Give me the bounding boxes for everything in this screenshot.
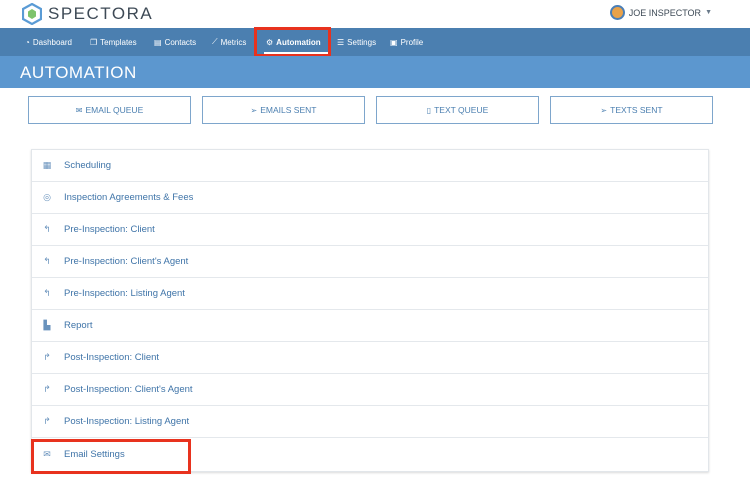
- mobile-icon: ▯: [426, 105, 432, 115]
- list-item-label: Post-Inspection: Client: [64, 352, 160, 363]
- nav-metrics[interactable]: ⟋ Metrics: [212, 28, 246, 56]
- contacts-card-icon: ▤: [154, 37, 162, 47]
- calendar-icon: ▦: [42, 160, 52, 170]
- button-label: EMAILS SENT: [260, 105, 317, 115]
- dashboard-icon: ◔: [25, 37, 30, 47]
- page-header: AUTOMATION: [0, 56, 750, 88]
- envelope-icon: ✉: [75, 105, 83, 115]
- spectora-logo[interactable]: SPECTORA: [22, 3, 153, 25]
- button-label: TEXTS SENT: [610, 105, 663, 115]
- share-icon: ↱: [43, 416, 51, 426]
- nav-label: Dashboard: [32, 37, 72, 47]
- list-item-label: Pre-Inspection: Client: [64, 224, 155, 235]
- text-queue-button[interactable]: ▯ TEXT QUEUE: [376, 96, 539, 124]
- nav-label: Settings: [347, 37, 377, 47]
- copy-icon: ❐: [90, 37, 98, 47]
- nav-settings[interactable]: ☰ Settings: [337, 28, 376, 56]
- list-item-label: Scheduling: [64, 160, 112, 171]
- list-item-post-listing-agent[interactable]: ↱ Post-Inspection: Listing Agent: [32, 406, 708, 438]
- list-item-pre-listing-agent[interactable]: ↰ Pre-Inspection: Listing Agent: [32, 278, 708, 310]
- sliders-icon: ☰: [337, 37, 345, 47]
- reply-icon: ↰: [43, 288, 51, 298]
- list-item-scheduling[interactable]: ▦ Scheduling: [32, 150, 708, 182]
- list-item-post-clients-agent[interactable]: ↱ Post-Inspection: Client's Agent: [32, 374, 708, 406]
- list-item-label: Report: [64, 320, 93, 331]
- share-icon: ↱: [43, 384, 51, 394]
- button-label: EMAIL QUEUE: [85, 105, 144, 115]
- page-title: AUTOMATION: [20, 63, 137, 82]
- list-item-agreements-fees[interactable]: ◎ Inspection Agreements & Fees: [32, 182, 708, 214]
- list-item-report[interactable]: ▙ Report: [32, 310, 708, 342]
- handshake-icon: ◎: [43, 192, 51, 202]
- list-item-pre-client[interactable]: ↰ Pre-Inspection: Client: [32, 214, 708, 246]
- highlight-box-automation: [254, 27, 331, 57]
- list-item-label: Post-Inspection: Listing Agent: [64, 416, 190, 427]
- emails-sent-button[interactable]: ➢ EMAILS SENT: [202, 96, 365, 124]
- paper-plane-icon: ➢: [600, 105, 608, 115]
- share-icon: ↱: [43, 352, 51, 362]
- nav-dashboard[interactable]: ◔ Dashboard: [25, 28, 72, 56]
- reply-icon: ↰: [43, 256, 51, 266]
- reply-icon: ↰: [43, 224, 51, 234]
- list-item-label: Pre-Inspection: Client's Agent: [64, 256, 189, 267]
- list-item-label: Inspection Agreements & Fees: [64, 192, 194, 203]
- nav-label: Templates: [100, 37, 137, 47]
- nav-label: Profile: [400, 37, 424, 47]
- user-menu[interactable]: JOE INSPECTOR ▼: [609, 5, 712, 20]
- avatar: [609, 5, 625, 20]
- paper-plane-icon: ➢: [250, 105, 258, 115]
- list-item-pre-clients-agent[interactable]: ↰ Pre-Inspection: Client's Agent: [32, 246, 708, 278]
- nav-profile[interactable]: ▣ Profile: [390, 28, 423, 56]
- list-item-label: Post-Inspection: Client's Agent: [64, 384, 193, 395]
- chevron-down-icon: ▼: [705, 9, 712, 16]
- nav-label: Contacts: [164, 37, 197, 47]
- list-item-label: Pre-Inspection: Listing Agent: [64, 288, 185, 299]
- nav-label: Metrics: [220, 37, 247, 47]
- list-item-post-client[interactable]: ↱ Post-Inspection: Client: [32, 342, 708, 374]
- line-chart-icon: ⟋: [212, 37, 218, 46]
- main-nav: ◔ Dashboard ❐ Templates ▤ Contacts ⟋ Met…: [0, 28, 750, 56]
- file-icon: ▙: [43, 320, 51, 330]
- automation-list: ▦ Scheduling ◎ Inspection Agreements & F…: [31, 149, 709, 472]
- texts-sent-button[interactable]: ➢ TEXTS SENT: [550, 96, 713, 124]
- logo-text: SPECTORA: [48, 4, 154, 23]
- button-label: TEXT QUEUE: [434, 105, 489, 115]
- top-bar: SPECTORA JOE INSPECTOR ▼: [0, 0, 750, 28]
- email-queue-button[interactable]: ✉ EMAIL QUEUE: [28, 96, 191, 124]
- nav-templates[interactable]: ❐ Templates: [90, 28, 137, 56]
- briefcase-icon: ▣: [390, 37, 398, 47]
- spectora-logo-icon: [22, 3, 42, 25]
- highlight-box-email-settings: [31, 439, 191, 474]
- nav-contacts[interactable]: ▤ Contacts: [154, 28, 196, 56]
- user-name: JOE INSPECTOR: [628, 7, 702, 18]
